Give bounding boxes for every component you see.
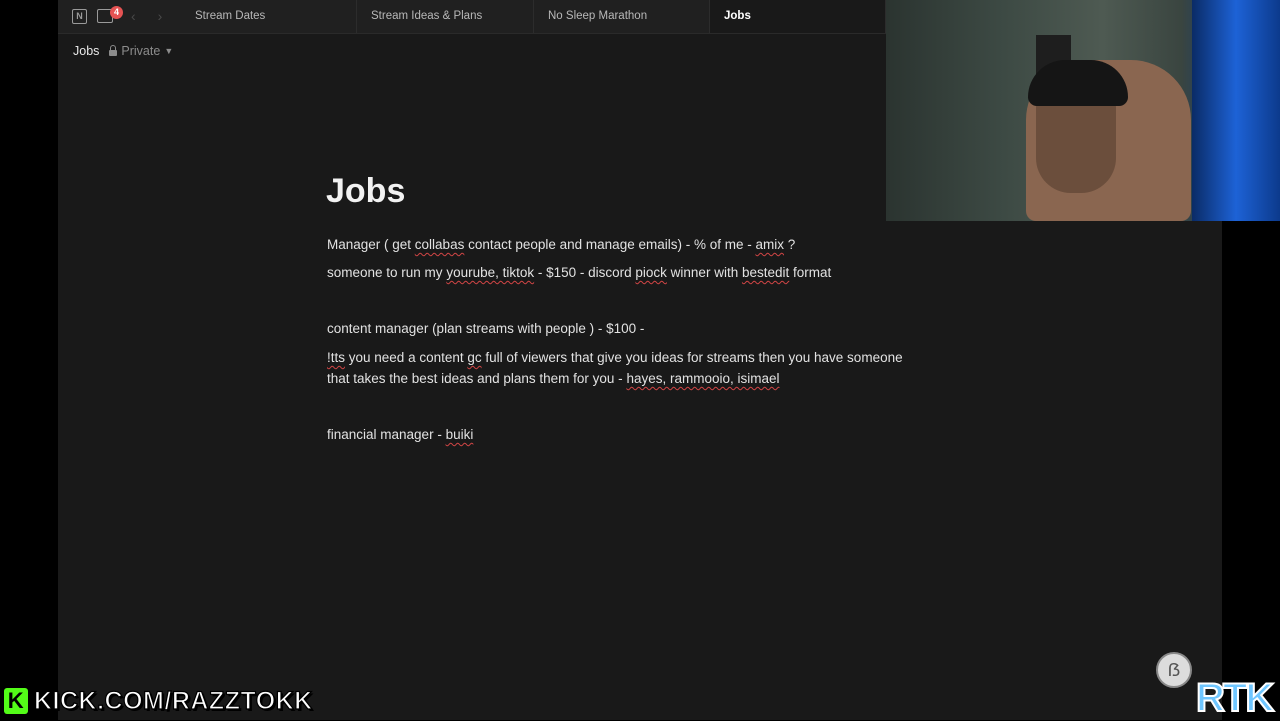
text-block[interactable]: financial manager - buiki xyxy=(327,427,473,442)
text-block[interactable]: Manager ( get collabas contact people an… xyxy=(327,237,795,252)
mascot-icon: ẞ xyxy=(1156,652,1192,688)
tab-jobs[interactable]: Jobs xyxy=(710,0,886,33)
misspelled-word: gc xyxy=(467,350,482,365)
text-run: that takes the best ideas and plans them… xyxy=(327,371,627,386)
text-block-continuation[interactable]: that takes the best ideas and plans them… xyxy=(327,371,780,386)
text-block[interactable]: content manager (plan streams with peopl… xyxy=(327,321,644,336)
tab-label: Stream Dates xyxy=(195,10,266,22)
notion-logo-icon[interactable]: N xyxy=(72,8,87,24)
text-run: full of viewers that give you ideas for … xyxy=(481,350,903,365)
misspelled-word: buiki xyxy=(445,427,474,442)
text-block[interactable]: someone to run my yourube, tiktok - $150… xyxy=(327,265,831,280)
tab-label: Jobs xyxy=(724,10,751,22)
misspelled-word: amix xyxy=(755,237,784,252)
misspelled-word: collabas xyxy=(414,237,465,252)
tab-label: Stream Ideas & Plans xyxy=(371,10,483,22)
misspelled-word: hayes, rammooio, isimael xyxy=(626,371,780,386)
chevron-down-icon: ▼ xyxy=(164,46,174,56)
tab-stream-ideas[interactable]: Stream Ideas & Plans xyxy=(357,0,534,33)
kick-logo-icon: K xyxy=(4,688,28,714)
misspelled-word: yourube, tiktok xyxy=(446,265,535,280)
text-run: financial manager - xyxy=(327,427,446,442)
tab-stream-dates[interactable]: Stream Dates xyxy=(181,0,357,33)
text-run: Manager ( get xyxy=(327,237,415,252)
text-run: ? xyxy=(784,237,796,252)
misspelled-word: piock xyxy=(635,265,667,280)
text-run: someone to run my xyxy=(327,265,447,280)
inbox-badge: 4 xyxy=(110,6,124,19)
kick-url: KICK.COM/RAZZTOKK xyxy=(33,686,313,715)
text-run: - $150 - discord xyxy=(534,265,636,280)
lock-icon xyxy=(109,44,118,56)
blue-curtain xyxy=(1192,0,1280,221)
kick-channel-overlay: K KICK.COM/RAZZTOKK xyxy=(4,686,313,716)
text-run: winner with xyxy=(666,265,742,280)
privacy-dropdown[interactable]: Private ▼ xyxy=(109,44,173,58)
text-run: you need a content xyxy=(345,350,468,365)
text-block[interactable]: !tts you need a content gc full of viewe… xyxy=(327,350,903,365)
back-arrow-icon[interactable]: ‹ xyxy=(131,8,136,24)
privacy-label: Private xyxy=(121,44,161,58)
breadcrumb-page-title[interactable]: Jobs xyxy=(73,44,99,58)
misspelled-word: bestedit xyxy=(741,265,790,280)
rtk-logo: RTK xyxy=(1195,675,1275,721)
webcam-overlay xyxy=(886,0,1280,221)
text-run: format xyxy=(789,265,832,280)
tab-no-sleep-marathon[interactable]: No Sleep Marathon xyxy=(534,0,710,33)
forward-arrow-icon[interactable]: › xyxy=(158,8,163,24)
misspelled-word: !tts xyxy=(327,350,346,365)
text-run: contact people and manage emails) - % of… xyxy=(464,237,756,252)
streamer-beanie xyxy=(1028,60,1128,106)
tab-label: No Sleep Marathon xyxy=(548,10,648,22)
page-title[interactable]: Jobs xyxy=(326,172,405,211)
breadcrumb: Jobs Private ▼ xyxy=(73,44,173,58)
